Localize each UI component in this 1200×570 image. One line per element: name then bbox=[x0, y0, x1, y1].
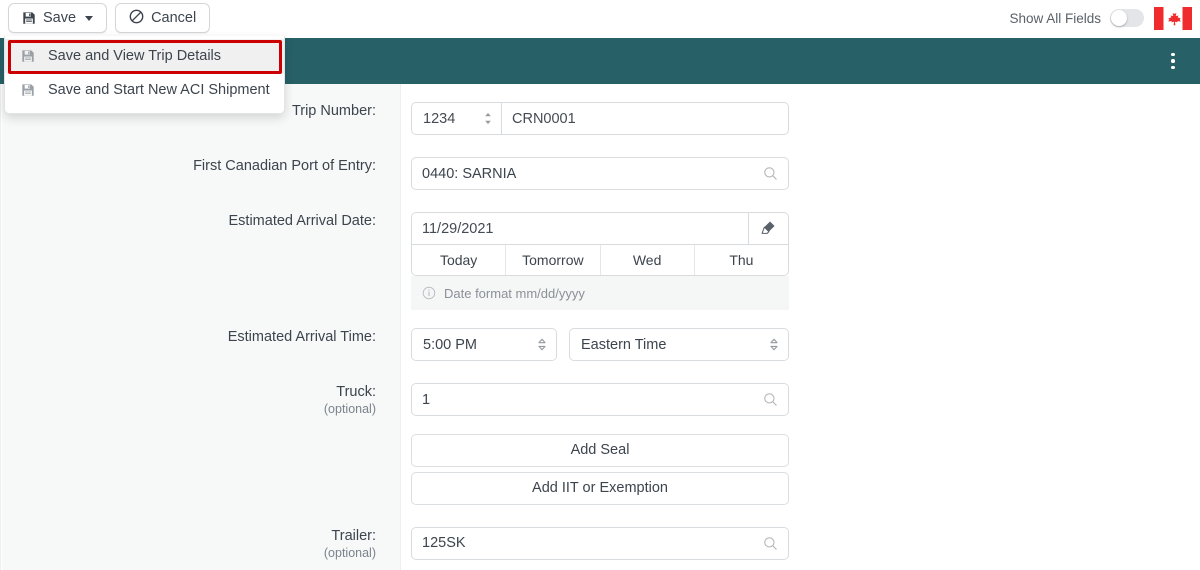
menu-item-label: Save and View Trip Details bbox=[48, 48, 221, 64]
field-row-add-iit: Add IIT or Exemption bbox=[1, 472, 1200, 505]
save-button[interactable]: Save bbox=[8, 3, 107, 33]
date-format-hint: Date format mm/dd/yyyy bbox=[411, 276, 789, 310]
menu-item-save-and-view-trip-details[interactable]: Save and View Trip Details bbox=[5, 39, 284, 73]
arrival-time-label: Estimated Arrival Time: bbox=[1, 328, 391, 346]
search-icon[interactable] bbox=[763, 392, 778, 407]
canada-flag-icon bbox=[1154, 7, 1192, 30]
trailer-optional-text: (optional) bbox=[1, 546, 376, 562]
field-row-port-of-entry: First Canadian Port of Entry: 0440: SARN… bbox=[1, 157, 1200, 190]
stepper-icon bbox=[483, 111, 493, 126]
arrival-date-input[interactable]: 11/29/2021 bbox=[412, 213, 748, 244]
field-row-truck: Truck: (optional) 1 bbox=[1, 383, 1200, 418]
toggle-knob bbox=[1111, 10, 1127, 26]
stepper-icon bbox=[537, 337, 547, 352]
arrival-time-value: 5:00 PM bbox=[423, 337, 537, 353]
timezone-value: Eastern Time bbox=[581, 337, 769, 353]
clear-date-button[interactable] bbox=[748, 213, 788, 244]
trailer-label-text: Trailer: bbox=[331, 528, 376, 544]
kebab-menu-icon[interactable] bbox=[1160, 48, 1186, 74]
arrival-date-controls: 11/29/2021 Today Tomorrow Wed bbox=[411, 212, 789, 310]
date-quick-picks: Today Tomorrow Wed Thu bbox=[411, 245, 789, 276]
save-floppy-icon bbox=[21, 83, 35, 97]
arrival-date-value: 11/29/2021 bbox=[422, 221, 494, 237]
trip-number-combo: 1234 CRN0001 bbox=[411, 102, 789, 135]
prohibition-icon bbox=[129, 9, 144, 28]
menu-item-label: Save and Start New ACI Shipment bbox=[48, 82, 270, 98]
menu-item-save-and-start-new-aci-shipment[interactable]: Save and Start New ACI Shipment bbox=[5, 73, 284, 107]
arrival-time-group: 5:00 PM Eastern Time bbox=[411, 328, 789, 361]
field-row-trailer: Trailer: (optional) 125SK bbox=[1, 527, 1200, 562]
timezone-select[interactable]: Eastern Time bbox=[569, 328, 789, 361]
add-iit-controls: Add IIT or Exemption bbox=[411, 472, 789, 505]
save-button-label: Save bbox=[43, 11, 76, 26]
quick-pick-tomorrow[interactable]: Tomorrow bbox=[506, 245, 600, 275]
trip-number-prefix-select[interactable]: 1234 bbox=[412, 103, 502, 134]
add-seal-button[interactable]: Add Seal bbox=[411, 434, 789, 467]
save-floppy-icon bbox=[22, 11, 36, 25]
top-toolbar: Save Cancel Show All Fields bbox=[0, 0, 1200, 36]
field-row-arrival-time: Estimated Arrival Time: 5:00 PM Easte bbox=[1, 328, 1200, 361]
arrival-date-label: Estimated Arrival Date: bbox=[1, 212, 391, 230]
save-floppy-icon bbox=[21, 49, 35, 63]
trailer-input[interactable]: 125SK bbox=[411, 527, 789, 560]
trailer-value: 125SK bbox=[422, 535, 763, 551]
arrival-time-select[interactable]: 5:00 PM bbox=[411, 328, 557, 361]
chevron-down-icon bbox=[85, 16, 93, 21]
add-seal-controls: Add Seal bbox=[411, 434, 789, 467]
trailer-label: Trailer: (optional) bbox=[1, 527, 391, 562]
save-dropdown-menu: Save and View Trip Details Save and Star… bbox=[4, 36, 285, 114]
field-row-arrival-date: Estimated Arrival Date: 11/29/2021 bbox=[1, 212, 1200, 310]
port-of-entry-controls: 0440: SARNIA bbox=[411, 157, 789, 190]
show-all-fields-label: Show All Fields bbox=[1009, 11, 1101, 26]
show-all-fields-control[interactable]: Show All Fields bbox=[1009, 9, 1144, 27]
port-of-entry-label: First Canadian Port of Entry: bbox=[1, 157, 391, 175]
kebab-dot bbox=[1171, 53, 1175, 57]
kebab-dot bbox=[1171, 66, 1175, 70]
truck-label: Truck: (optional) bbox=[1, 383, 391, 418]
info-icon bbox=[422, 286, 436, 300]
trip-number-prefix-value: 1234 bbox=[423, 111, 483, 127]
eraser-icon bbox=[760, 219, 777, 239]
search-icon[interactable] bbox=[763, 166, 778, 181]
port-of-entry-input[interactable]: 0440: SARNIA bbox=[411, 157, 789, 190]
quick-pick-thu[interactable]: Thu bbox=[695, 245, 788, 275]
truck-value: 1 bbox=[422, 392, 763, 408]
quick-pick-wed[interactable]: Wed bbox=[601, 245, 695, 275]
trip-number-value: CRN0001 bbox=[512, 111, 576, 127]
trip-number-input[interactable]: CRN0001 bbox=[502, 103, 788, 134]
trip-form: Trip Number: 1234 CRN0001 bbox=[1, 84, 1200, 562]
truck-label-text: Truck: bbox=[336, 384, 376, 400]
truck-optional-text: (optional) bbox=[1, 402, 376, 418]
trailer-controls: 125SK bbox=[411, 527, 789, 560]
port-of-entry-value: 0440: SARNIA bbox=[422, 166, 763, 182]
date-format-hint-text: Date format mm/dd/yyyy bbox=[444, 286, 585, 301]
cancel-button[interactable]: Cancel bbox=[115, 3, 210, 33]
truck-controls: 1 bbox=[411, 383, 789, 416]
field-row-add-seal: Add Seal bbox=[1, 434, 1200, 467]
show-all-fields-toggle[interactable] bbox=[1110, 9, 1144, 27]
trip-number-controls: 1234 CRN0001 bbox=[411, 102, 789, 135]
kebab-dot bbox=[1171, 59, 1175, 63]
form-page: Trip Number: 1234 CRN0001 bbox=[0, 84, 1200, 570]
search-icon[interactable] bbox=[763, 536, 778, 551]
cancel-button-label: Cancel bbox=[151, 11, 196, 26]
truck-input[interactable]: 1 bbox=[411, 383, 789, 416]
quick-pick-today[interactable]: Today bbox=[412, 245, 506, 275]
arrival-time-controls: 5:00 PM Eastern Time bbox=[411, 328, 789, 361]
stepper-icon bbox=[769, 337, 779, 352]
add-iit-or-exemption-button[interactable]: Add IIT or Exemption bbox=[411, 472, 789, 505]
arrival-date-field: 11/29/2021 bbox=[411, 212, 789, 245]
